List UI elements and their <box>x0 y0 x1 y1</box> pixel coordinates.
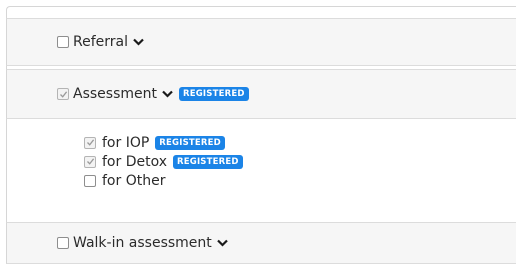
iop-checkbox[interactable] <box>84 136 96 149</box>
referral-label: Referral <box>73 34 128 50</box>
option-iop[interactable]: for IOP REGISTERED <box>84 133 243 152</box>
detox-label: for Detox <box>102 153 168 170</box>
registered-badge: REGISTERED <box>178 87 249 101</box>
detox-checkbox[interactable] <box>84 155 96 168</box>
section-walk-in-assessment[interactable]: Walk-in assessment <box>6 222 516 264</box>
assessment-label: Assessment <box>73 86 157 102</box>
assessment-options: for IOP REGISTERED for Detox REGISTERED … <box>84 133 243 190</box>
registered-badge: REGISTERED <box>155 135 225 150</box>
option-detox[interactable]: for Detox REGISTERED <box>84 152 243 171</box>
other-checkbox[interactable] <box>84 174 96 187</box>
section-referral[interactable]: Referral <box>6 18 516 66</box>
walk-in-checkbox[interactable] <box>57 237 69 249</box>
registered-badge: REGISTERED <box>173 154 243 169</box>
iop-label: for IOP <box>102 134 150 151</box>
section-assessment[interactable]: Assessment REGISTERED <box>6 69 516 119</box>
chevron-down-icon[interactable] <box>162 90 173 98</box>
walk-in-label: Walk-in assessment <box>73 235 212 251</box>
chevron-down-icon[interactable] <box>133 38 144 46</box>
referral-checkbox[interactable] <box>57 36 69 48</box>
option-other[interactable]: for Other <box>84 171 243 190</box>
other-label: for Other <box>102 172 166 189</box>
chevron-down-icon[interactable] <box>217 239 228 247</box>
assessment-checkbox[interactable] <box>57 88 69 100</box>
